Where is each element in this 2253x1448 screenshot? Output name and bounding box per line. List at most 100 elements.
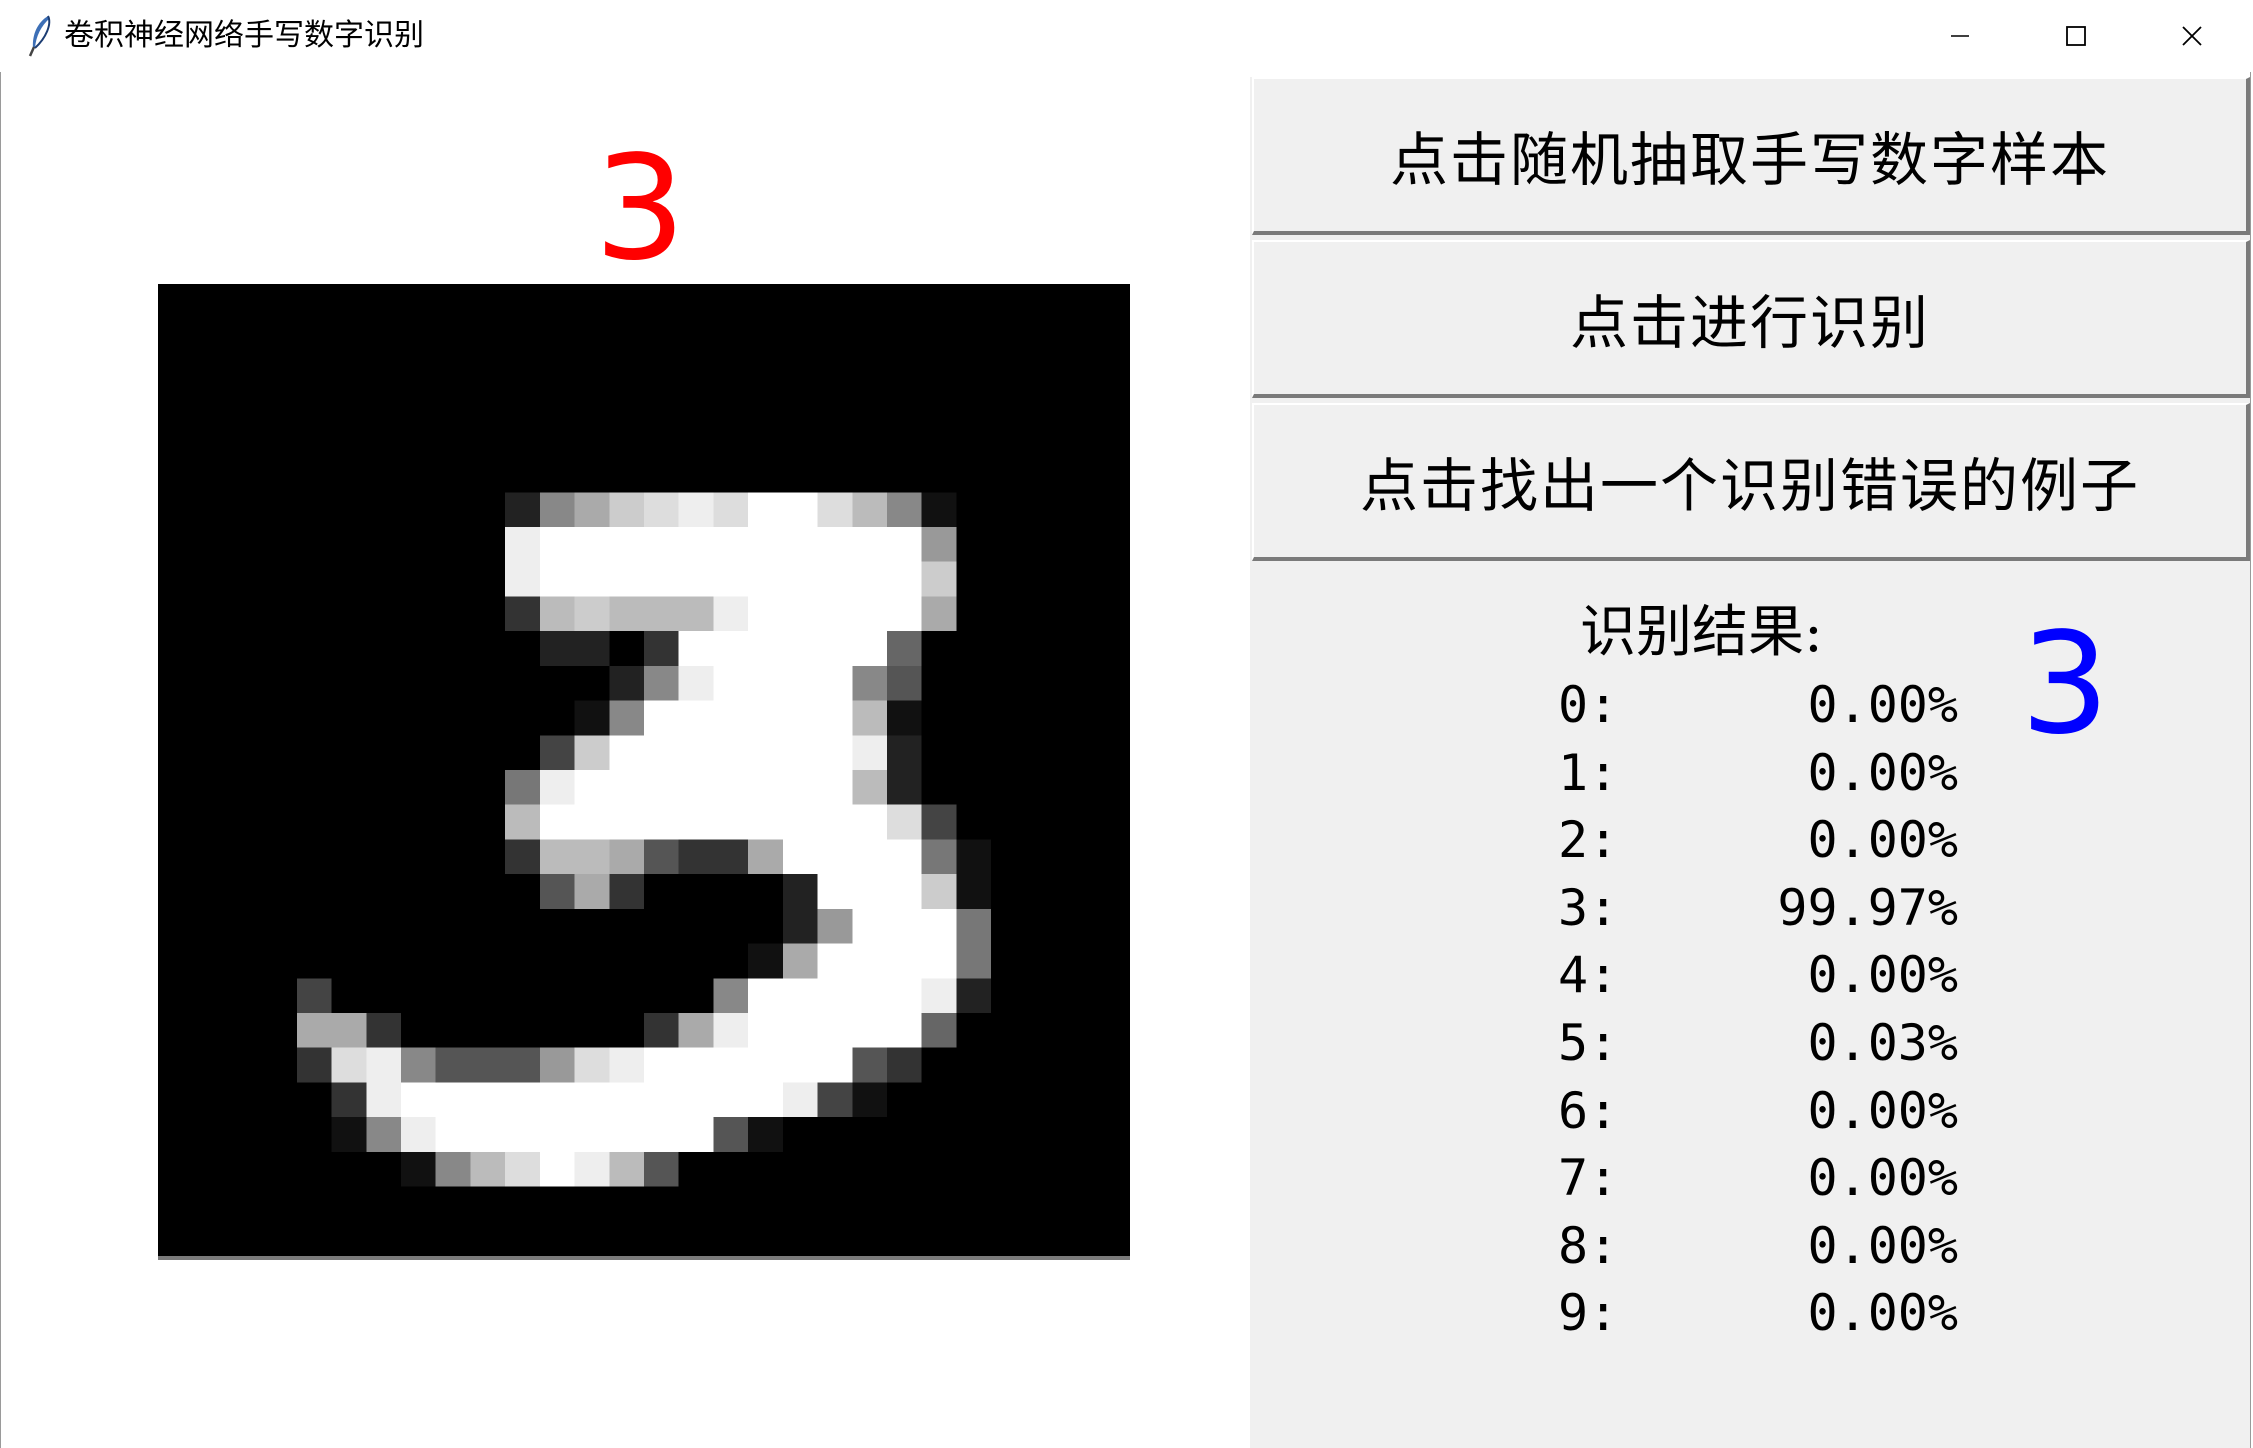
digit-pixel bbox=[782, 700, 818, 736]
digit-pixel bbox=[505, 839, 540, 875]
digit-pixel bbox=[401, 1047, 436, 1083]
digit-pixel bbox=[782, 804, 818, 840]
digit-pixel bbox=[539, 804, 575, 840]
digit-pixel bbox=[817, 874, 853, 909]
digit-pixel bbox=[817, 978, 853, 1013]
digit-pixel bbox=[852, 1047, 887, 1083]
digit-pixel bbox=[678, 1047, 714, 1083]
digit-pixel bbox=[505, 770, 540, 805]
random-sample-button[interactable]: 点击随机抽取手写数字样本 bbox=[1252, 77, 2250, 235]
digit-pixel bbox=[609, 527, 644, 562]
digit-pixel bbox=[921, 978, 957, 1013]
digit-pixel bbox=[713, 1117, 749, 1152]
probability-row: 3: 99.97% bbox=[1558, 875, 1958, 943]
digit-pixel bbox=[401, 1151, 436, 1187]
digit-pixel bbox=[539, 631, 575, 666]
digit-pixel bbox=[852, 561, 887, 597]
digit-pixel bbox=[505, 804, 540, 840]
minimize-button[interactable] bbox=[1902, 0, 2018, 72]
digit-pixel bbox=[539, 561, 575, 597]
digit-pixel bbox=[887, 804, 922, 840]
digit-label: 8: bbox=[1558, 1216, 1619, 1275]
digit-label: 3: bbox=[1558, 878, 1619, 937]
maximize-icon bbox=[2066, 26, 2086, 46]
digit-pixel bbox=[401, 1082, 436, 1118]
digit-pixel bbox=[366, 1047, 401, 1083]
digit-pixel bbox=[852, 978, 887, 1013]
digit-pixel bbox=[574, 735, 610, 770]
digit-pixel bbox=[748, 665, 783, 701]
digit-pixel bbox=[713, 770, 749, 805]
probability-list: 0: 0.00% 1: 0.00% 2: 0.00% 3: 99.97% 4: 0.00%… bbox=[1558, 672, 1958, 1348]
digit-pixel bbox=[713, 631, 749, 666]
digit-pixel bbox=[609, 1117, 644, 1152]
digit-pixel bbox=[921, 804, 957, 840]
probability-value: 0.03% bbox=[1807, 1013, 1958, 1072]
digit-pixel bbox=[505, 561, 540, 597]
probability-row: 0: 0.00% bbox=[1558, 672, 1958, 740]
probability-value: 0.00% bbox=[1807, 1081, 1958, 1140]
probability-row: 2: 0.00% bbox=[1558, 807, 1958, 875]
digit-pixel bbox=[817, 492, 853, 527]
digit-pixel bbox=[574, 1151, 610, 1187]
digit-pixel bbox=[782, 735, 818, 770]
digit-pixel bbox=[817, 665, 853, 701]
digit-pixel bbox=[644, 770, 679, 805]
digit-pixel bbox=[505, 1117, 540, 1152]
recognize-button[interactable]: 点击进行识别 bbox=[1252, 240, 2250, 398]
probability-row: 9: 0.00% bbox=[1558, 1280, 1958, 1348]
digit-label: 7: bbox=[1558, 1149, 1619, 1208]
digit-pixel bbox=[609, 492, 644, 527]
digit-pixel bbox=[782, 874, 818, 909]
digit-pixel bbox=[748, 561, 783, 597]
digit-pixel bbox=[574, 1047, 610, 1083]
digit-pixel bbox=[748, 770, 783, 805]
window-title: 卷积神经网络手写数字识别 bbox=[64, 18, 424, 53]
find-error-button[interactable]: 点击找出一个识别错误的例子 bbox=[1252, 403, 2250, 561]
digit-pixel bbox=[887, 631, 922, 666]
digit-pixel bbox=[539, 527, 575, 562]
digit-pixel bbox=[366, 1082, 401, 1118]
digit-pixel bbox=[713, 596, 749, 632]
digit-pixel bbox=[505, 596, 540, 632]
digit-pixel bbox=[331, 1047, 367, 1083]
digit-pixel bbox=[782, 839, 818, 875]
digit-pixel bbox=[331, 1013, 367, 1048]
digit-pixel bbox=[852, 1013, 887, 1048]
digit-pixel bbox=[852, 943, 887, 979]
digit-pixel bbox=[574, 596, 610, 632]
title-bar[interactable]: 卷积神经网络手写数字识别 bbox=[0, 0, 2253, 72]
digit-pixel bbox=[539, 1082, 575, 1118]
digit-pixel bbox=[574, 804, 610, 840]
digit-pixel bbox=[678, 804, 714, 840]
digit-pixel bbox=[644, 527, 679, 562]
digit-pixel bbox=[782, 561, 818, 597]
digit-pixel bbox=[470, 1082, 506, 1118]
digit-pixel bbox=[539, 735, 575, 770]
probability-row: 7: 0.00% bbox=[1558, 1145, 1958, 1213]
probability-value: 0.00% bbox=[1807, 676, 1958, 734]
digit-pixel bbox=[782, 527, 818, 562]
digit-pixel bbox=[470, 1151, 506, 1187]
probability-row: 1: 0.00% bbox=[1558, 740, 1958, 808]
maximize-button[interactable] bbox=[2018, 0, 2134, 72]
digit-pixel bbox=[782, 1082, 818, 1118]
digit-pixel bbox=[782, 770, 818, 805]
probability-row: 5: 0.03% bbox=[1558, 1010, 1958, 1078]
digit-pixel bbox=[921, 1013, 957, 1048]
digit-pixel bbox=[956, 978, 992, 1013]
digit-pixel bbox=[366, 1013, 401, 1048]
digit-pixel bbox=[748, 1047, 783, 1083]
digit-pixel bbox=[574, 527, 610, 562]
digit-pixel bbox=[644, 1117, 679, 1152]
digit-pixel bbox=[748, 631, 783, 666]
probability-value: 99.97% bbox=[1777, 878, 1958, 937]
digit-pixel bbox=[678, 735, 714, 770]
digit-pixel bbox=[713, 839, 749, 875]
close-button[interactable] bbox=[2134, 0, 2250, 72]
digit-pixel bbox=[470, 1047, 506, 1083]
digit-pixel bbox=[644, 839, 679, 875]
digit-pixel bbox=[644, 735, 679, 770]
digit-pixel bbox=[921, 561, 957, 597]
handwritten-digit-image bbox=[296, 492, 992, 1187]
